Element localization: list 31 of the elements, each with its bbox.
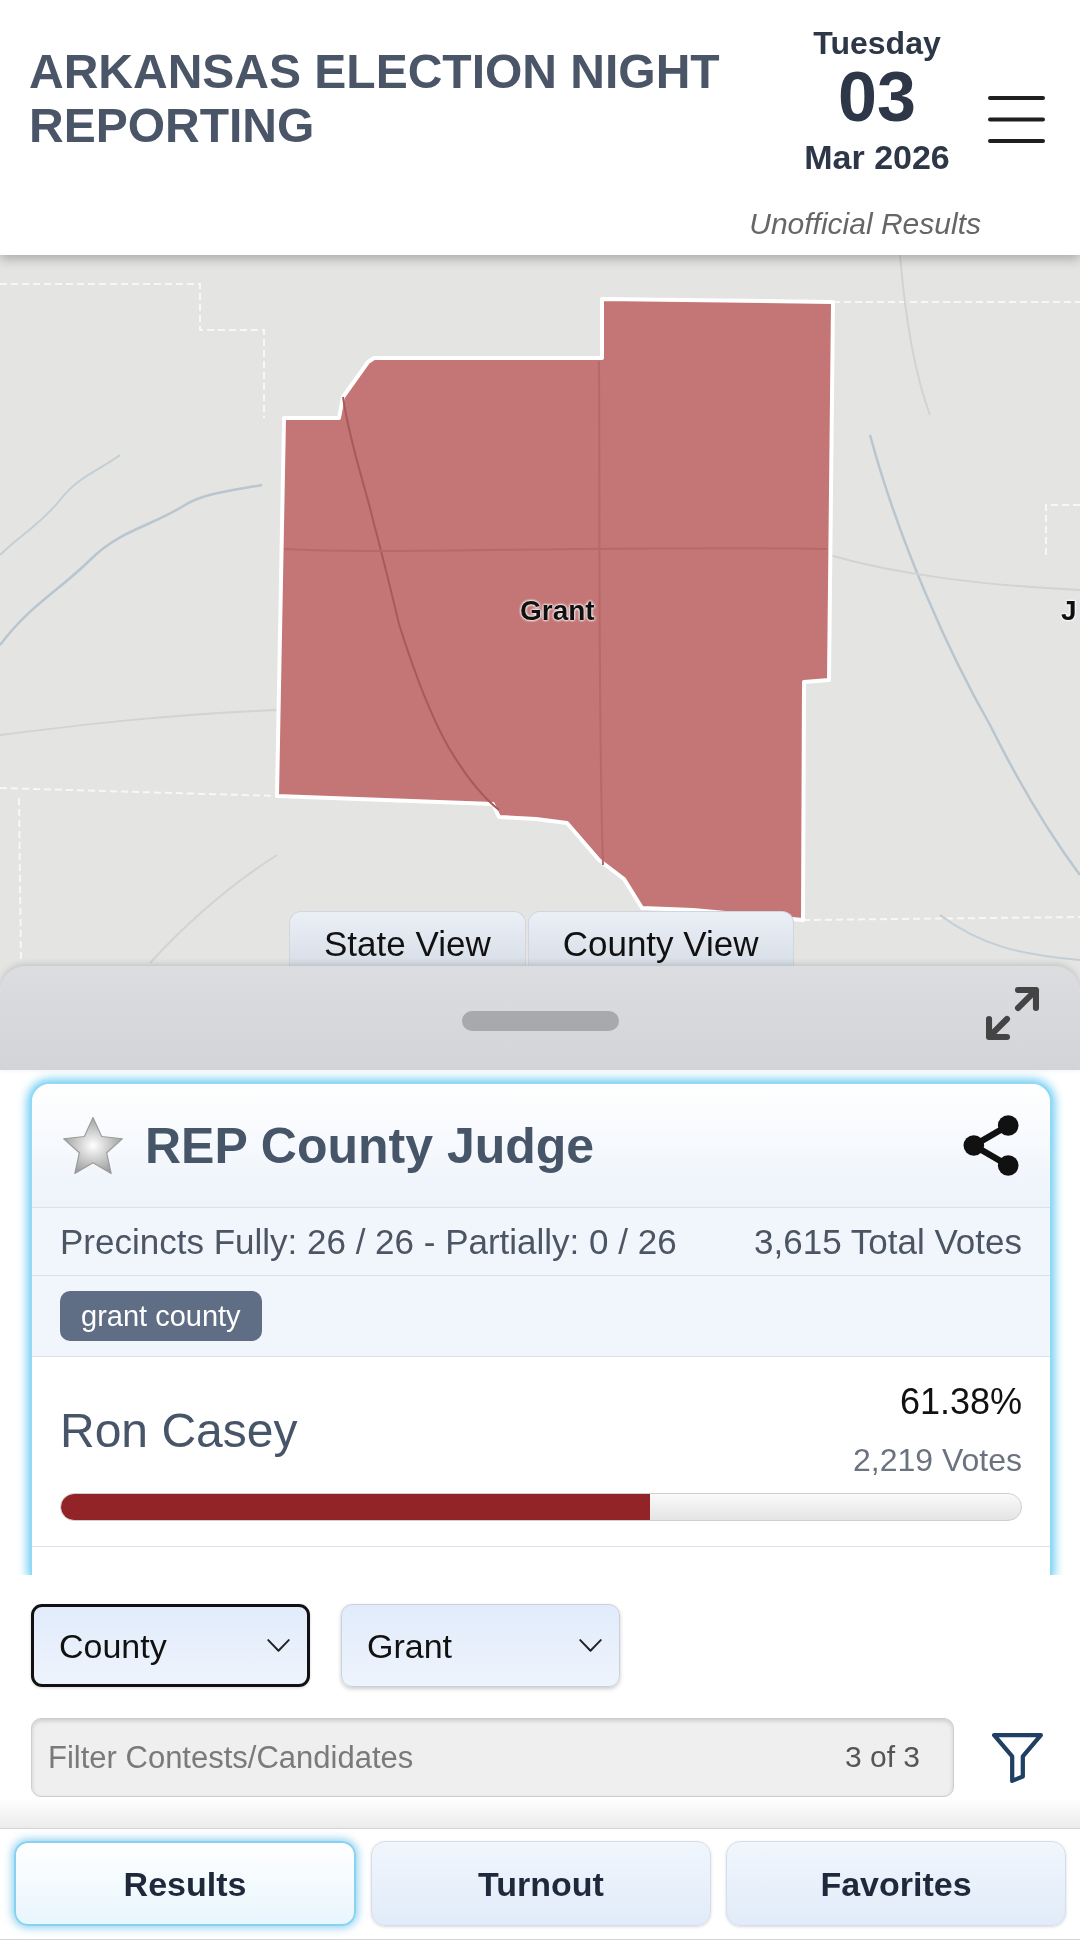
map-label: Grant bbox=[520, 595, 595, 627]
contest-title: REP County Judge bbox=[145, 1116, 595, 1176]
dropdown-select[interactable]: Grant bbox=[341, 1604, 620, 1687]
caret-icon bbox=[579, 1639, 602, 1652]
precincts-text: Precincts Fully: 26 / 26 - Partially: 0 / 26 bbox=[60, 1220, 677, 1263]
vote-count: 2,219 Votes bbox=[852, 1441, 1022, 1480]
map-label: J bbox=[1061, 595, 1077, 627]
result-count: 3 of 3 bbox=[844, 1739, 920, 1775]
site-title: ARKANSAS ELECTION NIGHT REPORTING bbox=[29, 45, 721, 153]
vote-percentage: 61.38% bbox=[899, 1382, 1022, 1422]
menu-icon[interactable] bbox=[988, 96, 1045, 143]
county-tag: grant county bbox=[60, 1291, 262, 1341]
nav-tab[interactable]: Turnout bbox=[371, 1841, 711, 1926]
filter-icon[interactable] bbox=[992, 1732, 1043, 1783]
date-day: 03 bbox=[838, 62, 916, 132]
expand-icon[interactable] bbox=[985, 987, 1040, 1040]
date-weekday: Tuesday bbox=[813, 24, 941, 62]
view-button[interactable]: County View bbox=[527, 911, 794, 966]
share-icon[interactable] bbox=[962, 1114, 1020, 1177]
view-button[interactable]: State View bbox=[289, 911, 526, 966]
results-status: Unofficial Results bbox=[749, 206, 981, 242]
candidate-name: Ron Casey bbox=[60, 1403, 298, 1459]
date-month-year: Mar 2026 bbox=[804, 137, 950, 178]
drag-handle[interactable] bbox=[461, 1011, 619, 1031]
county-region[interactable] bbox=[275, 297, 835, 922]
nav-tab[interactable]: Results bbox=[14, 1841, 356, 1926]
caret-icon bbox=[267, 1639, 290, 1652]
dropdown-select[interactable]: County bbox=[31, 1604, 310, 1687]
total-votes-text: 3,615 Total Votes bbox=[754, 1220, 1022, 1263]
star-icon[interactable] bbox=[63, 1117, 123, 1174]
nav-tab[interactable]: Favorites bbox=[726, 1841, 1066, 1926]
